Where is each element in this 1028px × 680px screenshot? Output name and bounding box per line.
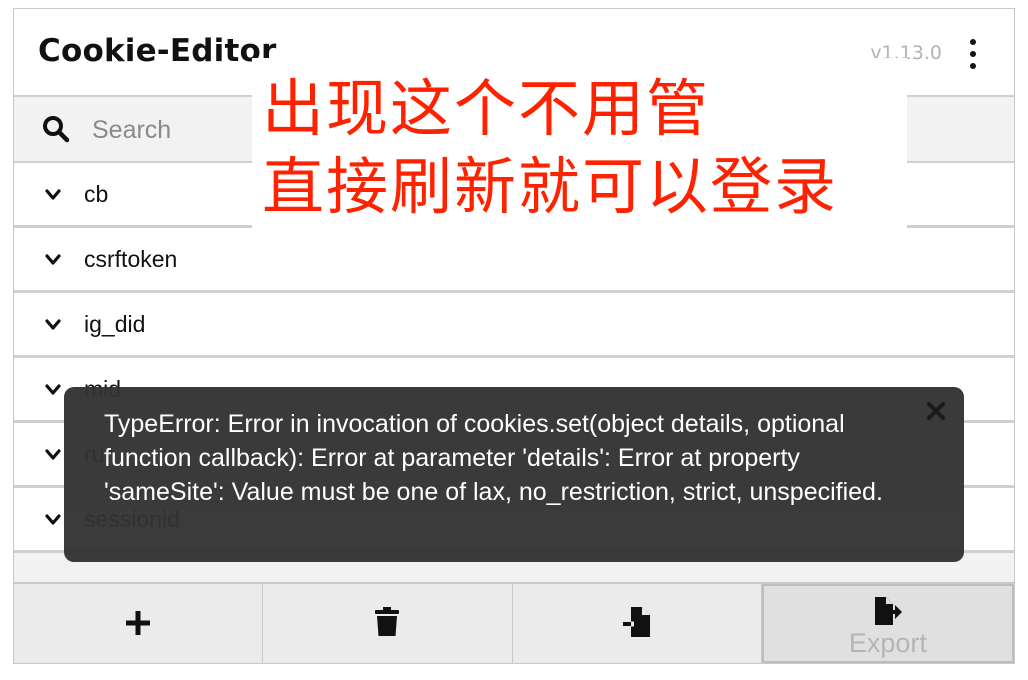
annotation-line-1: 出现这个不用管 (262, 72, 711, 145)
chevron-down-icon (45, 449, 61, 460)
error-message: TypeError: Error in invocation of cookie… (104, 410, 883, 506)
annotation-line-2: 直接刷新就可以登录 (262, 150, 839, 223)
cookie-row[interactable]: csrftoken (14, 228, 1014, 293)
chevron-down-icon (45, 254, 61, 265)
error-toast: TypeError: Error in invocation of cookie… (64, 387, 964, 562)
file-export-icon (874, 597, 902, 625)
trash-icon (375, 607, 400, 636)
more-vertical-icon[interactable] (964, 39, 982, 69)
file-import-icon (622, 607, 650, 637)
chevron-down-icon (45, 384, 61, 395)
close-icon[interactable] (926, 401, 946, 421)
bottom-toolbar: Export (14, 582, 1014, 663)
chevron-down-icon (45, 189, 61, 200)
cookie-row[interactable]: ig_did (14, 293, 1014, 358)
delete-all-button[interactable] (263, 584, 513, 663)
add-cookie-button[interactable] (14, 584, 264, 663)
cookie-name: csrftoken (84, 246, 178, 272)
cookie-name: ig_did (84, 311, 146, 337)
annotation-overlay: 出现这个不用管 直接刷新就可以登录 (252, 58, 907, 230)
chevron-down-icon (45, 319, 61, 330)
export-button[interactable]: Export (761, 584, 1014, 663)
export-label: Export (848, 628, 927, 658)
app-title: Cookie-Editor (38, 33, 277, 69)
plus-icon (126, 611, 151, 635)
cookie-name: cb (84, 181, 109, 207)
import-button[interactable] (512, 584, 762, 663)
chevron-down-icon (45, 514, 61, 525)
search-icon (43, 116, 70, 143)
